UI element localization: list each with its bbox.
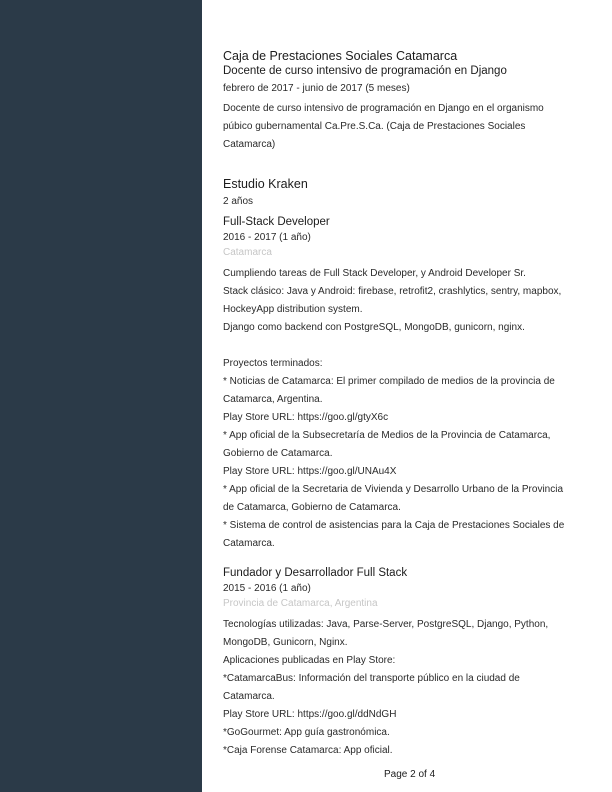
desc-line: Aplicaciones publicadas en Play Store: xyxy=(223,655,396,666)
org-name: Estudio Kraken xyxy=(223,177,308,191)
desc-line: Proyectos terminados: xyxy=(223,358,323,369)
desc-line: Tecnologías utilizadas: Java, Parse-Serv… xyxy=(223,619,549,630)
job-location: Provincia de Catamarca, Argentina xyxy=(223,598,378,609)
desc-line: Play Store URL: https://goo.gl/ddNdGH xyxy=(223,709,397,720)
desc-line: Docente de curso intensivo de programaci… xyxy=(223,103,544,114)
job-dates: febrero de 2017 - junio de 2017 (5 meses… xyxy=(223,83,410,94)
desc-line: de Catamarca, Gobierno de Catamarca. xyxy=(223,502,401,513)
desc-line: Play Store URL: https://goo.gl/gtyX6c xyxy=(223,412,389,423)
desc-line: * Noticias de Catamarca: El primer compi… xyxy=(223,376,555,387)
job-title: Fundador y Desarrollador Full Stack xyxy=(223,567,408,579)
job-location: Catamarca xyxy=(223,247,272,258)
job-title: Docente de curso intensivo de programaci… xyxy=(223,65,507,77)
desc-line: * Sistema de control de asistencias para… xyxy=(223,520,565,531)
desc-line: Django como backend con PostgreSQL, Mong… xyxy=(223,322,525,333)
desc-line: Cumpliendo tareas de Full Stack Develope… xyxy=(223,268,526,279)
desc-line: Stack clásico: Java y Android: firebase,… xyxy=(223,286,562,297)
page-number: Page 2 of 4 xyxy=(384,769,436,780)
job-caja: Caja de Prestaciones Sociales Catamarca … xyxy=(223,48,585,154)
desc-line: *Caja Forense Catamarca: App oficial. xyxy=(223,745,393,756)
org-name: Caja de Prestaciones Sociales Catamarca xyxy=(223,49,458,63)
desc-line: *GoGourmet: App guía gastronómica. xyxy=(223,727,390,738)
position-founder: Fundador y Desarrollador Full Stack 2015… xyxy=(223,566,585,760)
desc-line: HockeyApp distribution system. xyxy=(223,304,363,315)
job-dates: 2015 - 2016 (1 año) xyxy=(223,583,311,594)
job-dates: 2016 - 2017 (1 año) xyxy=(223,232,311,243)
position-fullstack: Full-Stack Developer 2016 - 2017 (1 año)… xyxy=(223,215,585,553)
job-description: Docente de curso intensivo de programaci… xyxy=(223,100,585,154)
sidebar xyxy=(0,0,202,792)
experience-section: Caja de Prestaciones Sociales Catamarca … xyxy=(223,48,585,760)
desc-line: * App oficial de la Secretaria de Vivien… xyxy=(223,484,564,495)
desc-line: Catamarca. xyxy=(223,691,275,702)
job-kraken: Estudio Kraken 2 años Full-Stack Develop… xyxy=(223,176,585,760)
desc-line: Catamarca. xyxy=(223,538,275,549)
desc-line: *CatamarcaBus: Información del transport… xyxy=(223,673,520,684)
job-title: Full-Stack Developer xyxy=(223,216,330,228)
org-duration: 2 años xyxy=(223,196,254,207)
desc-line: Catamarca) xyxy=(223,139,276,150)
job-description: Cumpliendo tareas de Full Stack Develope… xyxy=(223,265,585,553)
desc-line: Gobierno de Catamarca. xyxy=(223,448,333,459)
desc-line: MongoDB, Gunicorn, Nginx. xyxy=(223,637,348,648)
desc-line: Catamarca, Argentina. xyxy=(223,394,323,405)
desc-line: Play Store URL: https://goo.gl/UNAu4X xyxy=(223,466,397,477)
job-description: Tecnologías utilizadas: Java, Parse-Serv… xyxy=(223,616,585,760)
desc-spacer xyxy=(223,337,585,355)
desc-line: púbico gubernamental Ca.Pre.S.Ca. (Caja … xyxy=(223,121,526,132)
desc-line: * App oficial de la Subsecretaría de Med… xyxy=(223,430,551,441)
